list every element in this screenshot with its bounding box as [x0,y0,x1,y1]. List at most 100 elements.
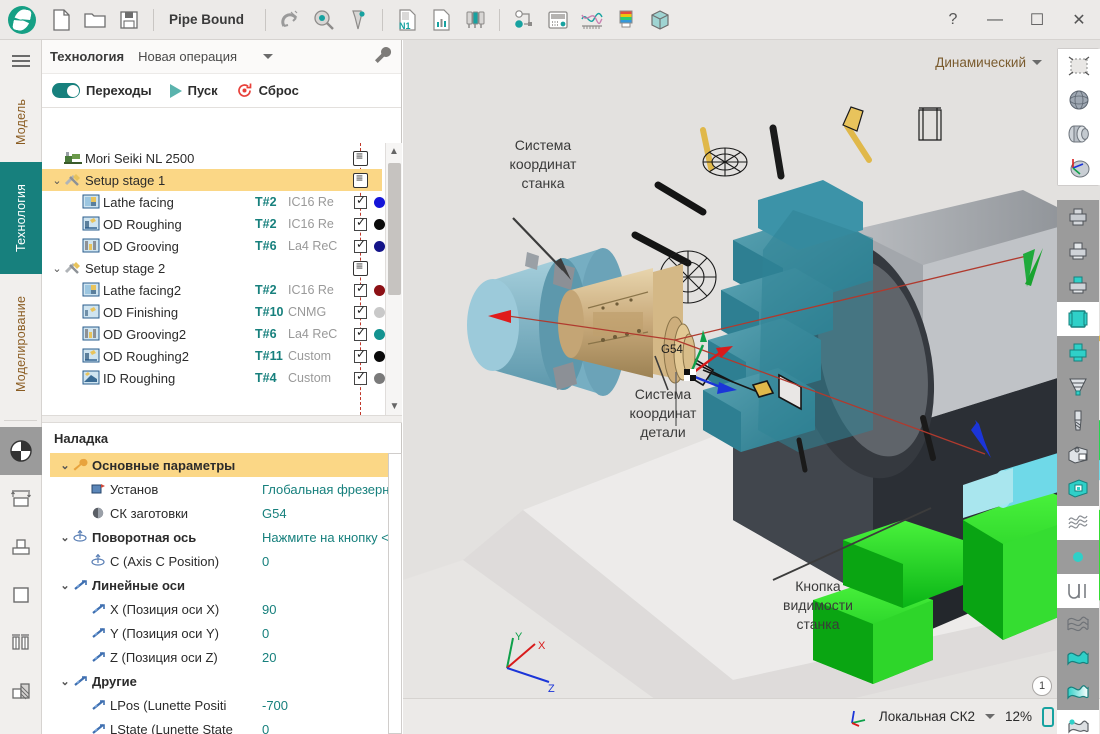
stock-dimensions-button[interactable] [0,475,42,523]
parameter-row[interactable]: Z (Позиция оси Z)20 [50,645,402,669]
tree-row-color-dot[interactable] [374,307,385,318]
chuck-icon[interactable] [1057,200,1099,234]
parameter-value[interactable]: -700 [262,698,402,713]
fixture-body-icon[interactable] [1057,438,1099,472]
tree-row-color-dot[interactable] [374,373,385,384]
menu-icon[interactable] [0,40,42,82]
coordinate-model-icon[interactable] [1058,151,1100,185]
help-button[interactable]: ? [932,0,974,40]
settings-wrench-icon[interactable] [373,45,393,68]
toolholder-icon[interactable] [1057,472,1099,506]
axis-icon[interactable] [847,707,869,727]
hatch-icon[interactable] [1057,506,1099,540]
tree-row-checkbox[interactable] [354,240,367,253]
point-icon[interactable] [1057,540,1099,574]
fixture-button[interactable] [0,523,42,571]
solid-model-icon[interactable] [1058,117,1100,151]
tree-row-checkbox[interactable] [354,328,367,341]
expander-icon[interactable]: ⌄ [50,262,64,275]
parameter-row[interactable]: ⌄Другие [50,669,402,693]
parameter-value[interactable]: Нажмите на кнопку <...> для [262,530,402,545]
tree-row[interactable]: ID RoughingT#4Custom [42,367,382,389]
expander-icon[interactable]: ⌄ [58,675,72,688]
setup-parameters[interactable]: ⌄Основные параметрыУстановГлобальная фре… [50,453,402,734]
blank-button[interactable] [0,571,42,619]
bounding-box-icon[interactable] [1058,49,1100,83]
minimize-button[interactable]: — [974,0,1016,40]
panel-splitter[interactable] [42,415,402,423]
endmill-icon[interactable] [1057,404,1099,438]
tree-row-color-dot[interactable] [374,197,385,208]
tree-row-color-dot[interactable] [374,351,385,362]
parameter-value[interactable]: 0 [262,626,402,641]
tree-row-checkbox[interactable] [354,350,367,363]
start-button[interactable]: Пуск [170,83,218,98]
parameter-value[interactable]: 0 [262,554,402,569]
tree-row[interactable]: OD GroovingT#6La4 ReC [42,235,382,257]
operation-tree[interactable]: Mori Seiki NL 2500⌄Setup stage 1Lathe fa… [42,143,402,415]
transitions-toggle[interactable]: Переходы [52,83,152,98]
coordinate-system-value[interactable]: Локальная СК2 [879,709,975,724]
parameter-row[interactable]: LState (Lunette State0 [50,717,402,734]
tree-scrollbar[interactable]: ▲ ▼ [385,143,402,415]
tree-row[interactable]: OD Roughing2T#11Custom [42,345,382,367]
setup-scrollbar[interactable] [388,453,402,734]
tree-row-color-dot[interactable] [374,241,385,252]
operation-select[interactable]: Новая операция [138,49,273,64]
sphere-grid-icon[interactable] [1058,83,1100,117]
surface-wire-icon[interactable] [1057,608,1099,642]
expander-icon[interactable]: ⌄ [50,174,64,187]
save-icon[interactable] [112,3,146,37]
parameter-row[interactable]: ⌄Линейные оси [50,573,402,597]
tree-row[interactable]: OD FinishingT#10CNMG [42,301,382,323]
tree-row-checkbox[interactable] [354,196,367,209]
parameter-value[interactable]: 90 [262,602,402,617]
tool-list-icon[interactable] [458,3,492,37]
report-icon[interactable] [424,3,458,37]
process-icon[interactable] [507,3,541,37]
nc-program-icon[interactable]: N1 [390,3,424,37]
tree-row[interactable]: OD RoughingT#2IC16 Re [42,213,382,235]
chevron-down-icon[interactable] [985,714,995,719]
tree-row[interactable]: OD Grooving2T#6La4 ReC [42,323,382,345]
probe-icon[interactable] [307,3,341,37]
tree-row-checkbox[interactable] [354,284,367,297]
surface-shaded-icon[interactable] [1057,642,1099,676]
view-mode-select[interactable]: Динамический [935,55,1042,70]
tree-row-color-dot[interactable] [374,285,385,296]
tree-row-color-dot[interactable] [374,329,385,340]
tree-row[interactable]: ⌄Setup stage 2 [42,257,382,279]
maximize-button[interactable]: ☐ [1016,0,1058,40]
new-file-icon[interactable] [44,3,78,37]
tree-row-color-dot[interactable] [374,219,385,230]
tree-row[interactable]: ⌄Setup stage 1 [42,169,382,191]
scroll-down-arrow[interactable]: ▼ [386,398,402,415]
parameter-row[interactable]: Y (Позиция оси Y)0 [50,621,402,645]
stock-icon[interactable] [643,3,677,37]
stock-cylinder-icon[interactable] [1057,302,1099,336]
tree-row[interactable]: Lathe facingT#2IC16 Re [42,191,382,213]
parameter-value[interactable]: Глобальная фрезерная СК [262,482,402,497]
chuck-active-icon[interactable] [1057,268,1099,302]
parameter-row[interactable]: LPos (Lunette Positi-700 [50,693,402,717]
parameter-row[interactable]: C (Axis C Position)0 [50,549,402,573]
colormap-icon[interactable] [609,3,643,37]
expander-icon[interactable]: ⌄ [58,579,72,592]
tree-row-checkbox[interactable] [354,218,367,231]
tree-row-checkbox[interactable] [354,306,367,319]
scroll-up-arrow[interactable]: ▲ [386,143,402,160]
tree-row-checkbox[interactable] [354,372,367,385]
parameter-value[interactable]: G54 [262,506,402,521]
curve-icon[interactable] [1057,574,1099,608]
tree-row-notes-icon[interactable] [353,151,368,166]
tree-row[interactable]: Lathe facing2T#2IC16 Re [42,279,382,301]
chuck-jaw-icon[interactable] [1057,234,1099,268]
compare-button[interactable] [0,619,42,667]
collet-icon[interactable] [1057,370,1099,404]
parameter-value[interactable]: 0 [262,722,402,734]
expander-icon[interactable]: ⌄ [58,531,72,544]
stepped-stock-icon[interactable] [1057,336,1099,370]
parameter-row[interactable]: УстановГлобальная фрезерная СК [50,477,402,501]
status-badge[interactable]: 1 [1032,676,1052,696]
sidebar-tab-model[interactable]: Модель [0,82,42,162]
